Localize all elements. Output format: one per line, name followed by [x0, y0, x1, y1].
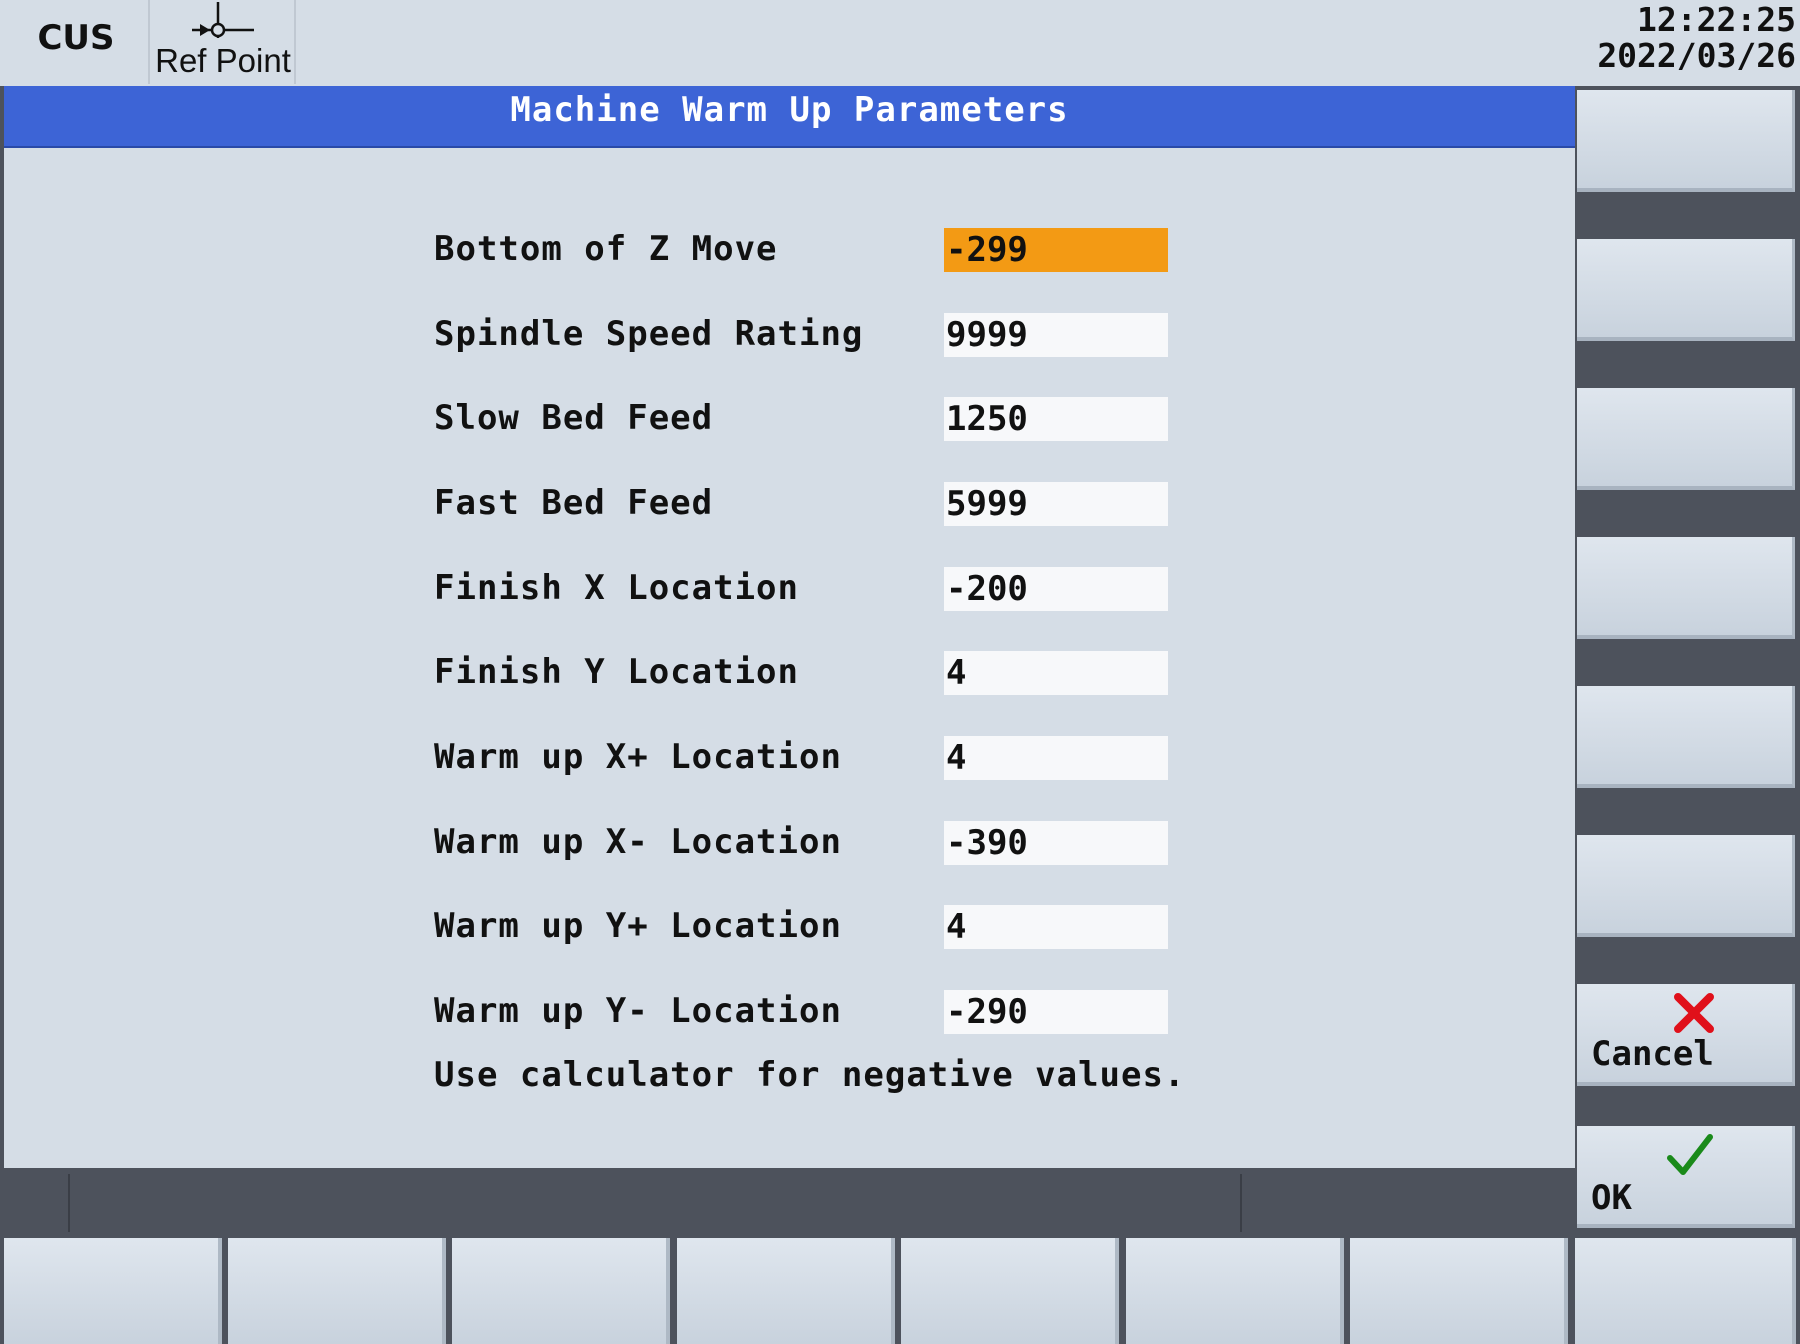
status-bar — [0, 1168, 1575, 1236]
param-row-warmup-xminus: Warm up X- Location — [434, 819, 1334, 865]
clock: 12:22:25 2022/03/26 — [1597, 2, 1796, 74]
param-row-warmup-xplus: Warm up X+ Location — [434, 734, 1334, 780]
param-label: Warm up Y- Location — [434, 991, 842, 1031]
hsoftkey-1[interactable] — [4, 1238, 222, 1344]
warmup-dialog: Machine Warm Up Parameters Bottom of Z M… — [4, 86, 1575, 1168]
cancel-button[interactable]: Cancel — [1577, 984, 1795, 1086]
hsoftkey-6[interactable] — [1126, 1238, 1344, 1344]
param-label: Finish X Location — [434, 568, 799, 608]
vsoftkey-5[interactable] — [1577, 686, 1795, 788]
horizontal-softkeys — [0, 1236, 1800, 1344]
vsoftkey-4[interactable] — [1577, 537, 1795, 639]
hsoftkey-2[interactable] — [228, 1238, 446, 1344]
param-label: Spindle Speed Rating — [434, 314, 864, 354]
ref-point-icon — [192, 2, 254, 38]
vsoftkey-1[interactable] — [1577, 90, 1795, 192]
header-bar: CUS Ref Point 12:22:25 2022/03/26 — [0, 0, 1800, 86]
clock-time: 12:22:25 — [1637, 0, 1796, 39]
ok-button[interactable]: OK — [1577, 1126, 1795, 1228]
ok-label: OK — [1591, 1178, 1632, 1218]
param-row-warmup-yminus: Warm up Y- Location — [434, 988, 1334, 1034]
param-input-warmup-yminus[interactable] — [944, 990, 1168, 1034]
cancel-x-icon — [1674, 993, 1714, 1033]
param-row-slow-bed-feed: Slow Bed Feed — [434, 395, 1334, 441]
hmi-screen: CUS Ref Point 12:22:25 2022/03/26 Machin… — [0, 0, 1800, 1344]
param-input-bottom-z[interactable] — [944, 228, 1168, 272]
refpoint-indicator: Ref Point — [152, 0, 296, 84]
param-row-fast-bed-feed: Fast Bed Feed — [434, 480, 1334, 526]
clock-date: 2022/03/26 — [1597, 36, 1796, 75]
param-row-spindle-speed: Spindle Speed Rating — [434, 311, 1334, 357]
param-input-fast-bed-feed[interactable] — [944, 482, 1168, 526]
param-input-warmup-xplus[interactable] — [944, 736, 1168, 780]
status-message-area — [68, 1174, 1240, 1232]
hsoftkey-4[interactable] — [677, 1238, 895, 1344]
param-input-finish-y[interactable] — [944, 651, 1168, 695]
hsoftkey-7[interactable] — [1350, 1238, 1568, 1344]
param-label: Warm up X+ Location — [434, 737, 842, 777]
param-input-finish-x[interactable] — [944, 567, 1168, 611]
hsoftkey-8[interactable] — [1575, 1238, 1796, 1344]
param-row-finish-y: Finish Y Location — [434, 649, 1334, 695]
param-row-bottom-z: Bottom of Z Move — [434, 226, 1334, 272]
dialog-title: Machine Warm Up Parameters — [4, 86, 1575, 148]
param-input-warmup-yplus[interactable] — [944, 905, 1168, 949]
param-label: Fast Bed Feed — [434, 483, 714, 523]
param-label: Finish Y Location — [434, 652, 799, 692]
vsoftkey-6[interactable] — [1577, 835, 1795, 937]
vsoftkey-2[interactable] — [1577, 239, 1795, 341]
param-input-spindle-speed[interactable] — [944, 313, 1168, 357]
param-label: Slow Bed Feed — [434, 398, 714, 438]
refpoint-label: Ref Point — [155, 42, 291, 79]
param-input-slow-bed-feed[interactable] — [944, 397, 1168, 441]
param-row-warmup-yplus: Warm up Y+ Location — [434, 903, 1334, 949]
hsoftkey-3[interactable] — [452, 1238, 670, 1344]
operating-mode: CUS — [4, 0, 150, 84]
param-input-warmup-xminus[interactable] — [944, 821, 1168, 865]
status-info-area — [1240, 1174, 1572, 1232]
param-label: Bottom of Z Move — [434, 229, 778, 269]
vsoftkey-3[interactable] — [1577, 388, 1795, 490]
cancel-label: Cancel — [1591, 1034, 1714, 1074]
param-label: Warm up X- Location — [434, 822, 842, 862]
ok-check-icon — [1667, 1134, 1713, 1175]
param-label: Warm up Y+ Location — [434, 906, 842, 946]
hint-text: Use calculator for negative values. — [434, 1055, 1186, 1095]
param-row-finish-x: Finish X Location — [434, 565, 1334, 611]
hsoftkey-5[interactable] — [901, 1238, 1119, 1344]
